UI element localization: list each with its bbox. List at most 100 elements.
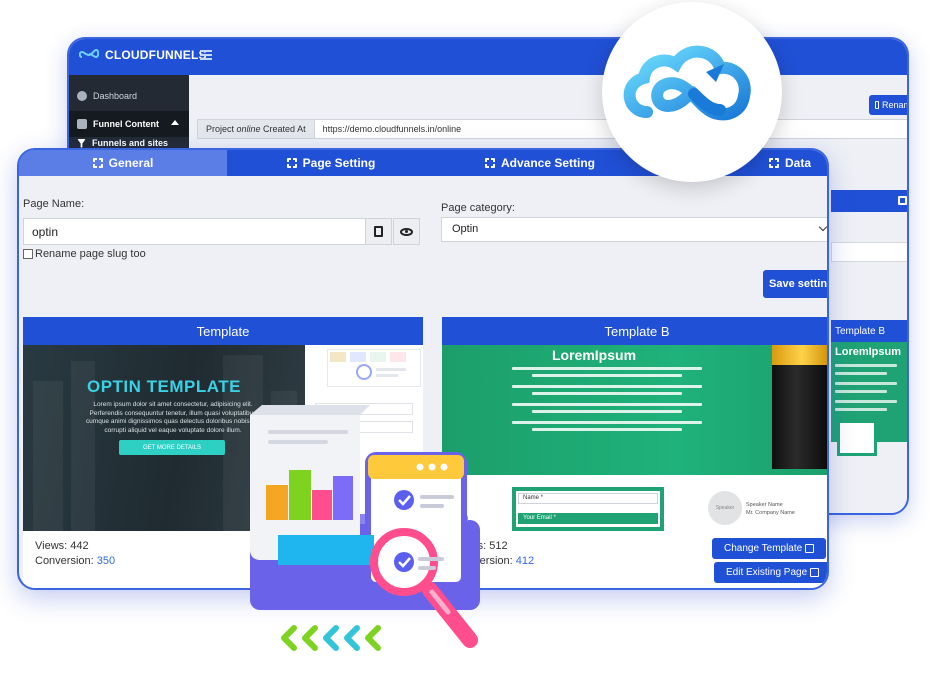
views-stat: Views: 512 bbox=[454, 539, 534, 554]
sidebar-item-label: Funnel Content bbox=[93, 119, 159, 129]
conversion-value: 350 bbox=[96, 555, 116, 567]
optin-side-panel: Name * bbox=[305, 345, 423, 531]
magnifier-highlight-shape bbox=[429, 589, 451, 615]
lorem-title: LoremIpsum bbox=[552, 347, 637, 363]
background-lorem-title: LoremIpsum bbox=[835, 346, 902, 358]
grid-icon bbox=[898, 196, 907, 205]
tab-label: General bbox=[108, 156, 154, 170]
brand-logo[interactable]: CLOUDFUNNELS bbox=[79, 48, 207, 62]
product-box-gold-strip bbox=[772, 345, 827, 365]
copy-button[interactable] bbox=[365, 218, 392, 245]
cloud-logo-icon bbox=[79, 49, 99, 59]
background-input bbox=[831, 242, 907, 262]
template-stats: Views: 442 Conversion: 350 bbox=[35, 539, 115, 569]
dashboard-icon bbox=[77, 91, 87, 101]
text-line bbox=[835, 364, 897, 367]
external-link-icon bbox=[805, 544, 815, 553]
template-card-header: Template bbox=[23, 317, 423, 345]
chevron-down-icon bbox=[818, 222, 827, 232]
sidebar-item-funnel-content[interactable]: Funnel Content bbox=[69, 111, 189, 137]
sidebar-item-label: Funnels and sites bbox=[92, 138, 169, 148]
conversion-stat: Conversion: 412 bbox=[454, 554, 534, 569]
optin-field bbox=[315, 421, 413, 433]
template-preview-thumbnail[interactable]: OPTIN TEMPLATE Lorem ipsum dolor sit ame… bbox=[23, 345, 423, 531]
text-line bbox=[835, 390, 887, 393]
speaker-info: Speaker Name Mr. Company Name bbox=[746, 501, 795, 517]
preview-button[interactable] bbox=[393, 218, 420, 245]
project-info-bar: Project online Created At https://demo.c… bbox=[197, 119, 907, 139]
page-name-input[interactable]: optin bbox=[23, 218, 366, 245]
copy-icon bbox=[371, 224, 384, 239]
mini-chart-graphic bbox=[330, 352, 406, 380]
optin-cta-button: GET MORE DETAILS bbox=[119, 440, 225, 455]
text-line bbox=[835, 382, 897, 385]
chevron-up-icon bbox=[171, 120, 179, 125]
views-stat: Views: 442 bbox=[35, 539, 115, 554]
conversion-label: Conversion: bbox=[35, 555, 97, 567]
conversion-value: 412 bbox=[515, 555, 535, 567]
speaker-avatar: Speaker bbox=[708, 491, 742, 525]
page-name-label: Page Name: bbox=[23, 198, 85, 210]
conversion-label: Conversion: bbox=[454, 555, 516, 567]
conversion-stat: Conversion: 350 bbox=[35, 554, 115, 569]
tab-label: Data bbox=[784, 156, 811, 170]
change-template-label: Change Template bbox=[724, 543, 803, 554]
edit-icon bbox=[810, 568, 820, 577]
edit-existing-page-label: Edit Existing Page bbox=[726, 567, 808, 578]
optin-body-text: Lorem ipsum dolor sit amet consectetur, … bbox=[85, 401, 261, 434]
email-field: Your Email * bbox=[518, 513, 658, 524]
text-line bbox=[835, 400, 897, 403]
name-field: Name * bbox=[518, 493, 658, 504]
sidebar-item-dashboard[interactable]: Dashboard bbox=[69, 83, 189, 109]
background-panel: Template B LoremIpsum bbox=[831, 190, 907, 512]
text-line bbox=[512, 403, 702, 406]
template-card: Template OPTIN TEMPLATE Lorem ipsum dolo… bbox=[23, 317, 423, 588]
save-settings-button[interactable]: Save settings bbox=[763, 270, 827, 298]
text-line bbox=[512, 421, 702, 424]
page-category-label: Page category: bbox=[441, 202, 515, 214]
rename-slug-checkbox[interactable] bbox=[23, 249, 33, 259]
text-line bbox=[512, 385, 702, 388]
tab-label: Page Setting bbox=[302, 156, 376, 170]
grid-icon bbox=[286, 158, 297, 168]
project-label-suffix: Created At bbox=[260, 124, 306, 134]
views-label: Views: bbox=[35, 540, 71, 552]
views-value: 512 bbox=[489, 540, 508, 552]
building-shape bbox=[33, 381, 63, 531]
mini-dashboard-graphic bbox=[327, 349, 421, 387]
background-form bbox=[837, 420, 877, 456]
speaker-company: Mr. Company Name bbox=[746, 510, 795, 516]
project-name: online bbox=[236, 124, 261, 134]
rename-button[interactable]: Renam bbox=[869, 95, 909, 115]
building-shape bbox=[271, 391, 297, 531]
chevron-left-icons bbox=[281, 625, 381, 651]
tab-label: Advance Setting bbox=[500, 156, 596, 170]
project-label: Project online Created At bbox=[197, 119, 315, 139]
rename-slug-label: Rename page slug too bbox=[35, 248, 146, 260]
magnifier-handle-shape bbox=[422, 582, 478, 648]
page-category-select[interactable]: Optin bbox=[441, 217, 827, 242]
rename-label: Renam bbox=[881, 100, 909, 110]
template-b-card: Template B LoremIpsum Name * Your Email … bbox=[442, 317, 827, 588]
stage: CLOUDFUNNELS Dashboard Funnel Content Fu… bbox=[0, 0, 930, 680]
optin-name-field: Name * bbox=[315, 403, 413, 415]
page-category-value: Optin bbox=[452, 223, 479, 235]
hamburger-menu-icon[interactable] bbox=[200, 50, 212, 60]
tab-page-setting[interactable]: Page Setting bbox=[227, 150, 435, 176]
text-line bbox=[835, 372, 887, 375]
grid-icon bbox=[484, 158, 495, 168]
edit-existing-page-button[interactable]: Edit Existing Page bbox=[714, 562, 827, 583]
template-stats: Views: 512 Conversion: 412 bbox=[454, 539, 534, 569]
background-template-b-header: Template B bbox=[831, 320, 907, 342]
views-label: Views: bbox=[454, 540, 490, 552]
grid-icon bbox=[92, 158, 103, 168]
text-line bbox=[532, 392, 682, 395]
tab-general[interactable]: General bbox=[19, 150, 227, 176]
text-line bbox=[532, 410, 682, 413]
background-tabbar bbox=[831, 190, 907, 212]
template-b-preview-thumbnail[interactable]: LoremIpsum Name * Your Email * Speaker S… bbox=[442, 345, 827, 531]
cloudfunnels-logo-icon bbox=[623, 45, 751, 121]
change-template-button[interactable]: Change Template bbox=[712, 538, 826, 559]
text-line bbox=[532, 374, 682, 377]
optin-title: OPTIN TEMPLATE bbox=[86, 377, 241, 396]
